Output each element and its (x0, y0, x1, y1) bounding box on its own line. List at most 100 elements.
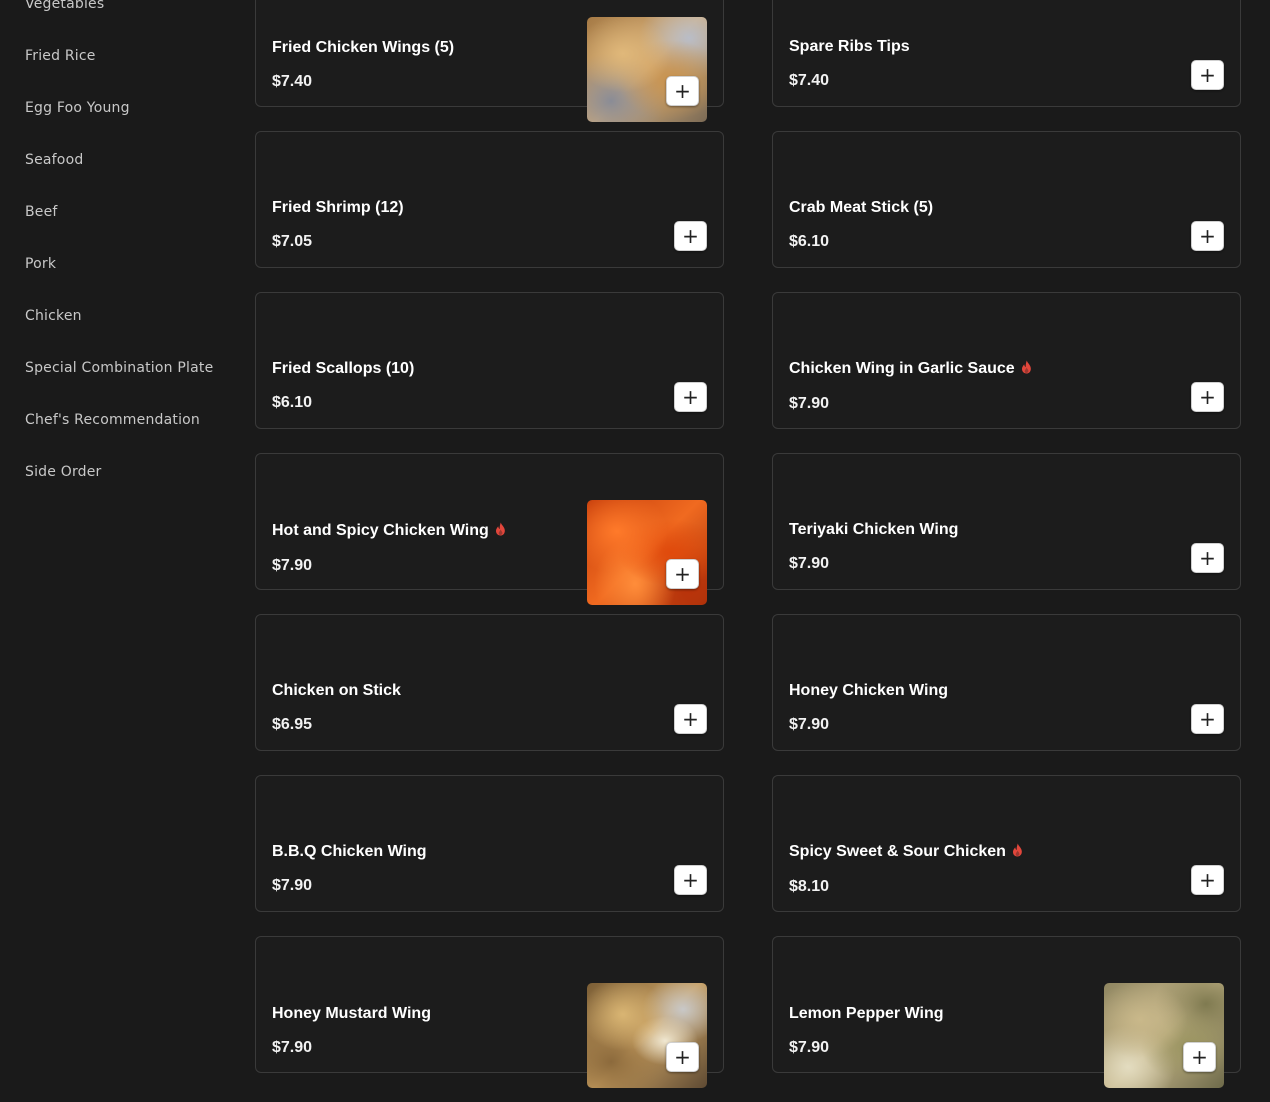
flame-icon (495, 522, 506, 536)
sidebar-item-special-combination-plate[interactable]: Special Combination Plate (0, 312, 240, 376)
flame-icon (1012, 843, 1023, 857)
menu-item-card[interactable]: B.B.Q Chicken Wing $7.90 + (255, 775, 724, 912)
plus-icon: + (1191, 1044, 1208, 1069)
add-to-cart-button[interactable]: + (1191, 382, 1224, 412)
add-to-cart-button[interactable]: + (1191, 221, 1224, 251)
menu-item-card[interactable]: Chicken on Stick $6.95 + (255, 614, 724, 751)
menu-item-card[interactable]: Fried Scallops (10) $6.10 + (255, 292, 724, 429)
add-to-cart-button[interactable]: + (666, 559, 699, 589)
menu-item-name: Lemon Pepper Wing (789, 1005, 944, 1023)
menu-item-price: $7.90 (789, 1039, 830, 1056)
sidebar-item-pork[interactable]: Pork (0, 208, 240, 272)
add-to-cart-button[interactable]: + (1183, 1042, 1216, 1072)
menu-item-name-text: Teriyaki Chicken Wing (789, 521, 959, 538)
menu-item-price: $7.40 (272, 73, 313, 90)
menu-item-name: Spicy Sweet & Sour Chicken (789, 843, 1023, 861)
menu-item-card[interactable]: Fried Shrimp (12) $7.05 + (255, 131, 724, 268)
menu-item-name: Fried Chicken Wings (5) (272, 39, 454, 57)
menu-item-card[interactable]: Spare Ribs Tips $7.40 + (772, 0, 1241, 107)
sidebar-item-fried-rice[interactable]: Fried Rice (0, 0, 240, 64)
add-to-cart-button[interactable]: + (1191, 865, 1224, 895)
menu-item-price: $7.90 (272, 1039, 313, 1056)
menu-item-name-text: Hot and Spicy Chicken Wing (272, 522, 489, 539)
menu-item-name: Chicken Wing in Garlic Sauce (789, 360, 1032, 378)
menu-item-name: Fried Scallops (10) (272, 360, 414, 378)
menu-item-price: $7.90 (272, 557, 313, 574)
add-to-cart-button[interactable]: + (674, 221, 707, 251)
menu-item-name-text: Chicken on Stick (272, 682, 401, 699)
menu-item-name-text: Crab Meat Stick (5) (789, 199, 934, 216)
menu-item-card[interactable]: Chicken Wing in Garlic Sauce $7.90 + (772, 292, 1241, 429)
plus-icon: + (1199, 223, 1216, 248)
add-to-cart-button[interactable]: + (674, 382, 707, 412)
menu-item-card[interactable]: Crab Meat Stick (5) $6.10 + (772, 131, 1241, 268)
menu-item-price: $6.10 (789, 233, 830, 250)
plus-icon: + (674, 1044, 691, 1069)
plus-icon: + (682, 223, 699, 248)
menu-item-price: $6.10 (272, 394, 313, 411)
menu-item-name: Spare Ribs Tips (789, 38, 910, 56)
menu-item-name-text: Fried Scallops (10) (272, 360, 415, 377)
add-to-cart-button[interactable]: + (666, 76, 699, 106)
menu-item-photo[interactable] (587, 17, 707, 122)
plus-icon: + (682, 706, 699, 731)
add-to-cart-button[interactable]: + (1191, 704, 1224, 734)
add-to-cart-button[interactable]: + (674, 865, 707, 895)
menu-item-card[interactable]: Fried Chicken Wings (5) $7.40 + (255, 0, 724, 122)
sidebar-item-egg-foo-young[interactable]: Egg Foo Young (0, 52, 240, 116)
menu-item-photo[interactable] (587, 983, 707, 1088)
flame-icon (1021, 360, 1032, 374)
add-to-cart-button[interactable]: + (1191, 60, 1224, 90)
plus-icon: + (682, 384, 699, 409)
menu-item-price: $7.90 (789, 555, 830, 572)
menu-item-price: $7.90 (789, 716, 830, 733)
plus-icon: + (1199, 62, 1216, 87)
sidebar-item-beef[interactable]: Beef (0, 156, 240, 220)
menu-item-name: Honey Chicken Wing (789, 682, 948, 700)
menu-item-price: $7.05 (272, 233, 313, 250)
menu-item-name-text: Fried Shrimp (12) (272, 199, 404, 216)
menu-item-name-text: Chicken Wing in Garlic Sauce (789, 360, 1015, 377)
menu-item-name: Teriyaki Chicken Wing (789, 521, 958, 539)
plus-icon: + (674, 78, 691, 103)
plus-icon: + (1199, 867, 1216, 892)
menu-item-name-text: Honey Mustard Wing (272, 1005, 431, 1022)
menu-item-card[interactable]: Spicy Sweet & Sour Chicken $8.10 + (772, 775, 1241, 912)
menu-item-name: Fried Shrimp (12) (272, 199, 404, 217)
menu-item-card[interactable]: Teriyaki Chicken Wing $7.90 + (772, 453, 1241, 590)
menu-item-name-text: Spicy Sweet & Sour Chicken (789, 843, 1006, 860)
menu-item-name-text: Honey Chicken Wing (789, 682, 948, 699)
category-sidebar: Vegetables Fried Rice Egg Foo Young Seafood… (0, 0, 240, 480)
menu-item-price: $8.10 (789, 878, 830, 895)
plus-icon: + (674, 561, 691, 586)
menu-page: Vegetables Fried Rice Egg Foo Young Seafood… (0, 0, 1270, 1102)
plus-icon: + (1199, 545, 1216, 570)
menu-item-name-text: Fried Chicken Wings (5) (272, 39, 455, 56)
plus-icon: + (682, 867, 699, 892)
add-to-cart-button[interactable]: + (674, 704, 707, 734)
menu-item-name: Honey Mustard Wing (272, 1005, 431, 1023)
menu-item-card[interactable]: Honey Mustard Wing $7.90 + (255, 936, 724, 1088)
menu-item-name-text: Spare Ribs Tips (789, 38, 910, 55)
menu-item-card[interactable]: Honey Chicken Wing $7.90 + (772, 614, 1241, 751)
menu-item-name-text: Lemon Pepper Wing (789, 1005, 944, 1022)
sidebar-item-label: Side Order (25, 464, 102, 480)
menu-item-price: $7.90 (789, 395, 830, 412)
menu-item-name: Hot and Spicy Chicken Wing (272, 522, 506, 540)
menu-item-name: Chicken on Stick (272, 682, 401, 700)
menu-item-price: $7.40 (789, 72, 830, 89)
menu-item-name: Crab Meat Stick (5) (789, 199, 933, 217)
menu-item-photo[interactable] (587, 500, 707, 605)
add-to-cart-button[interactable]: + (666, 1042, 699, 1072)
sidebar-item-chicken[interactable]: Chicken (0, 260, 240, 324)
menu-item-name: B.B.Q Chicken Wing (272, 843, 427, 861)
menu-item-card[interactable]: Hot and Spicy Chicken Wing $7.90 + (255, 453, 724, 605)
menu-item-name-text: B.B.Q Chicken Wing (272, 843, 427, 860)
plus-icon: + (1199, 384, 1216, 409)
menu-item-price: $7.90 (272, 877, 313, 894)
menu-item-price: $6.95 (272, 716, 313, 733)
add-to-cart-button[interactable]: + (1191, 543, 1224, 573)
plus-icon: + (1199, 706, 1216, 731)
menu-item-card[interactable]: Lemon Pepper Wing $7.90 + (772, 936, 1241, 1088)
menu-item-photo[interactable] (1104, 983, 1224, 1088)
